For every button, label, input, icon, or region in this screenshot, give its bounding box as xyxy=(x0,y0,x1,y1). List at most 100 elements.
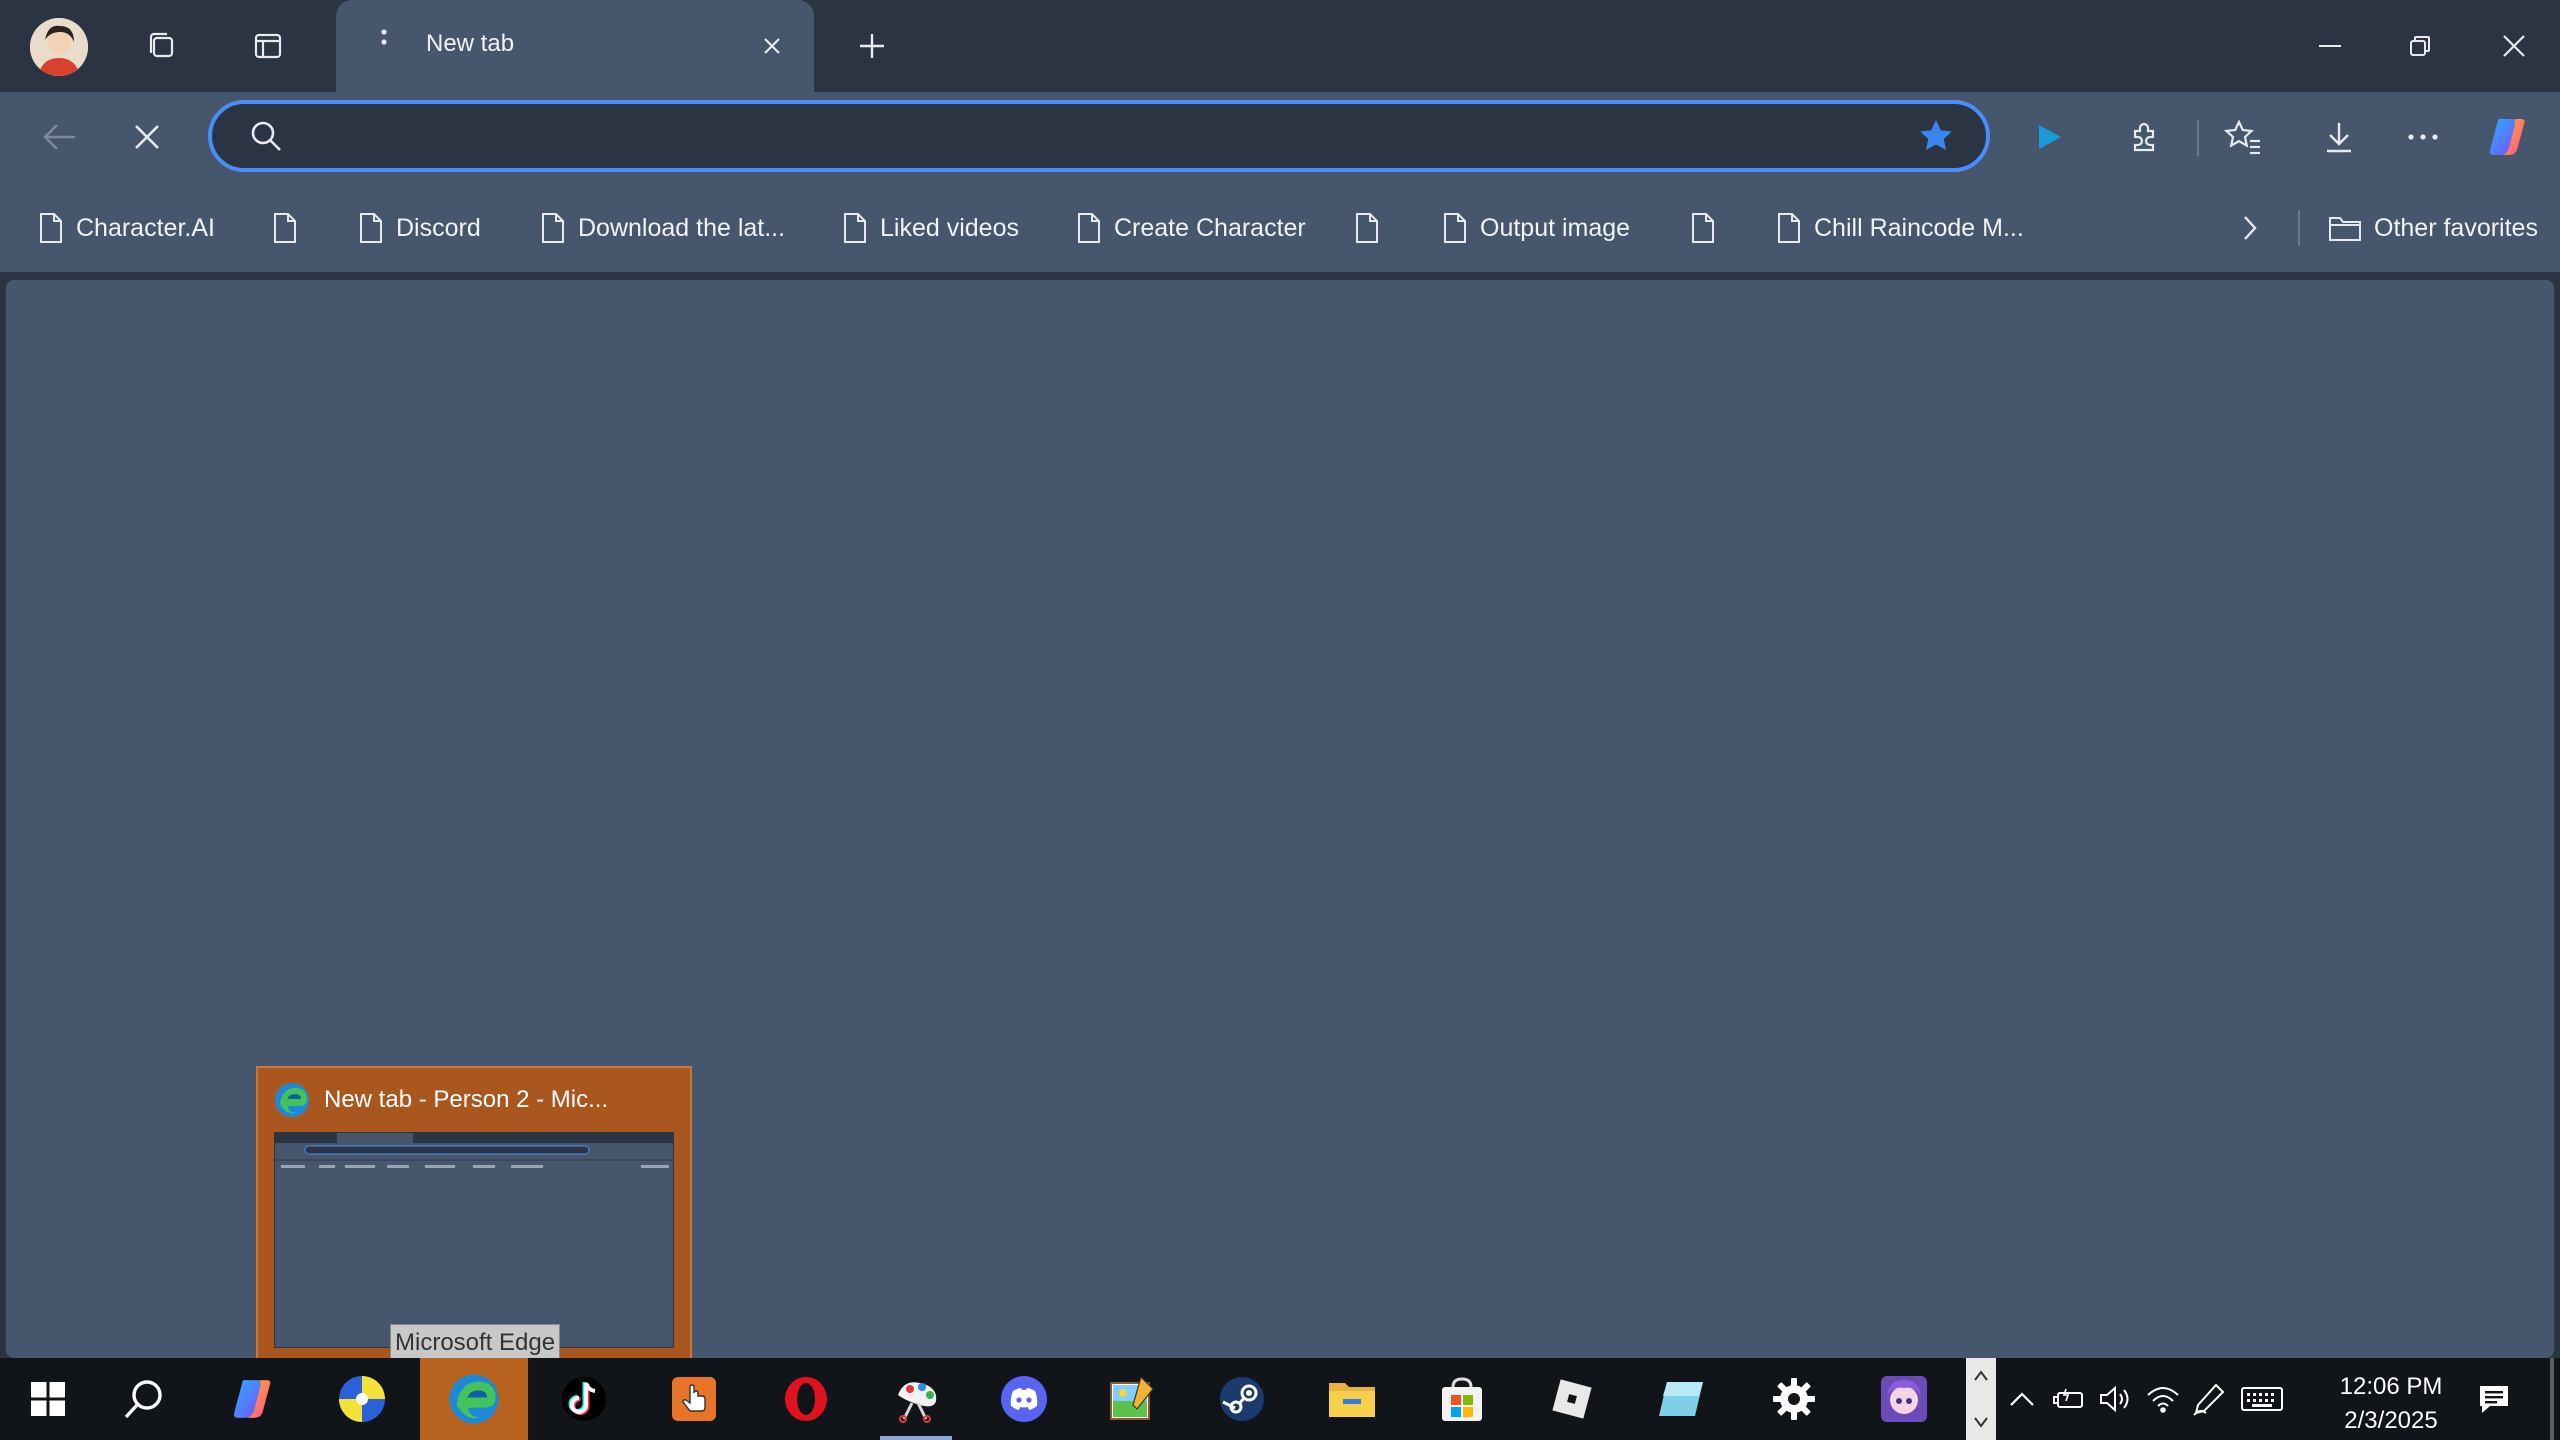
tab-strip: New tab xyxy=(0,0,2560,92)
taskbar-microsoft-edge[interactable] xyxy=(420,1358,528,1440)
toolbar-separator xyxy=(2197,120,2199,156)
hand-cursor-app-icon xyxy=(672,1377,716,1421)
thumbnail-tooltip: Microsoft Edge xyxy=(390,1324,561,1360)
taskbar-discord[interactable] xyxy=(970,1358,1078,1440)
pinwheel-app-icon xyxy=(339,1376,385,1422)
favorite-item[interactable]: Liked videos xyxy=(842,208,1019,248)
taskbar-paint[interactable] xyxy=(1078,1358,1186,1440)
back-button[interactable] xyxy=(28,106,90,168)
favorites-bar: Character.AI Discord Download the lat...… xyxy=(0,182,2560,272)
volume-icon[interactable] xyxy=(2092,1358,2138,1440)
favorite-item[interactable] xyxy=(272,208,310,248)
favorite-star-icon[interactable] xyxy=(1916,116,1956,156)
page-icon xyxy=(1078,213,1100,243)
taskbar-file-explorer[interactable] xyxy=(1298,1358,1406,1440)
page-icon xyxy=(844,213,866,243)
favorite-label: Create Character xyxy=(1114,213,1306,242)
pen-workspace-icon[interactable] xyxy=(2186,1358,2232,1440)
taskbar-microsoft-store[interactable] xyxy=(1408,1358,1516,1440)
minimize-button[interactable] xyxy=(2290,14,2370,78)
favorite-item[interactable]: Chill Raincode M... xyxy=(1776,208,2024,248)
taskbar-snipping-tool[interactable] xyxy=(862,1358,970,1440)
battery-icon[interactable] xyxy=(2046,1358,2092,1440)
chevron-right-icon[interactable] xyxy=(2226,204,2274,252)
downloads-icon[interactable] xyxy=(2308,106,2370,168)
taskbar-app-photos[interactable] xyxy=(308,1358,416,1440)
page-icon xyxy=(542,213,564,243)
favorite-label: Download the lat... xyxy=(578,213,786,242)
steam-icon xyxy=(1220,1377,1264,1421)
extensions-icon[interactable] xyxy=(2114,106,2176,168)
tab-new-tab[interactable]: New tab xyxy=(336,0,814,92)
start-button[interactable] xyxy=(0,1358,96,1440)
taskbar-copilot[interactable] xyxy=(198,1358,306,1440)
taskbar-search-button[interactable] xyxy=(90,1358,198,1440)
page-icon xyxy=(1356,213,1378,243)
other-favorites-folder[interactable]: Other favorites xyxy=(2328,208,2538,248)
close-window-button[interactable] xyxy=(2474,14,2554,78)
more-options-icon[interactable] xyxy=(2392,106,2454,168)
taskbar-roblox[interactable] xyxy=(1518,1358,1626,1440)
tiktok-icon xyxy=(562,1377,606,1421)
taskbar-thumbnail-preview[interactable]: New tab - Person 2 - Mic... xyxy=(256,1066,692,1360)
favorites-separator xyxy=(2298,210,2300,246)
thumbnail-title: New tab - Person 2 - Mic... xyxy=(324,1086,609,1113)
favorite-item[interactable]: Character.AI xyxy=(38,208,215,248)
favorite-label: Discord xyxy=(396,213,481,242)
wifi-icon[interactable] xyxy=(2140,1358,2186,1440)
taskbar-settings[interactable] xyxy=(1740,1358,1848,1440)
toolbar xyxy=(0,92,2560,182)
edge-logo-icon xyxy=(449,1374,499,1424)
taskbar-app-anime[interactable] xyxy=(1850,1358,1958,1440)
store-bag-icon xyxy=(1442,1377,1482,1421)
taskbar-tiktok[interactable] xyxy=(530,1358,638,1440)
taskbar-clock[interactable]: 12:06 PM 2/3/2025 xyxy=(2326,1370,2456,1438)
copilot-icon[interactable] xyxy=(2476,106,2538,168)
tab-close-icon[interactable] xyxy=(748,22,796,70)
favorite-label: Output image xyxy=(1480,213,1631,242)
notifications-icon[interactable] xyxy=(2466,1358,2522,1440)
taskbar-auto-clicker[interactable] xyxy=(640,1358,748,1440)
page-icon xyxy=(40,213,62,243)
taskbar-steam[interactable] xyxy=(1188,1358,1296,1440)
media-play-icon[interactable] xyxy=(2018,106,2080,168)
workspaces-icon[interactable] xyxy=(132,16,192,76)
page-icon xyxy=(1444,213,1466,243)
page-icon xyxy=(1778,213,1800,243)
loading-spinner-icon xyxy=(381,29,387,55)
new-tab-button[interactable] xyxy=(842,16,902,76)
taskbar-opera[interactable] xyxy=(752,1358,860,1440)
show-hidden-icons-chevron-up-icon[interactable] xyxy=(1998,1358,2046,1440)
address-bar[interactable] xyxy=(208,100,1990,172)
search-icon xyxy=(251,121,281,151)
touch-keyboard-icon[interactable] xyxy=(2232,1358,2292,1440)
clock-time: 12:06 PM xyxy=(2339,1373,2443,1400)
taskbar-scrollbar[interactable] xyxy=(1966,1358,1996,1440)
show-desktop-button[interactable] xyxy=(2550,1358,2554,1440)
stop-loading-button[interactable] xyxy=(116,106,178,168)
favorite-item[interactable]: Download the lat... xyxy=(540,208,785,248)
gear-icon xyxy=(1773,1378,1815,1420)
favorite-item[interactable]: Output image xyxy=(1442,208,1630,248)
folder-icon xyxy=(1329,1383,1375,1417)
profile-avatar[interactable] xyxy=(30,18,88,76)
copilot-icon xyxy=(234,1380,271,1418)
edge-logo-icon xyxy=(275,1083,309,1117)
paint-canvas-icon xyxy=(1110,1375,1154,1420)
roblox-icon xyxy=(1552,1379,1592,1419)
favorite-item[interactable]: Create Character xyxy=(1076,208,1306,248)
favorites-icon[interactable] xyxy=(2212,106,2274,168)
favorite-item[interactable]: Discord xyxy=(358,208,481,248)
favorite-item[interactable] xyxy=(1354,208,1392,248)
address-input[interactable] xyxy=(302,116,1882,156)
favorite-label: Liked videos xyxy=(880,213,1019,242)
favorite-item[interactable] xyxy=(1690,208,1728,248)
taskbar-app-prism[interactable] xyxy=(1628,1358,1736,1440)
opera-icon xyxy=(785,1377,827,1421)
page-icon xyxy=(360,213,382,243)
tab-actions-icon[interactable] xyxy=(238,16,298,76)
page-icon xyxy=(1692,213,1714,243)
restore-button[interactable] xyxy=(2380,14,2460,78)
tab-title: New tab xyxy=(426,30,515,57)
anime-character-app-icon xyxy=(1881,1376,1927,1422)
